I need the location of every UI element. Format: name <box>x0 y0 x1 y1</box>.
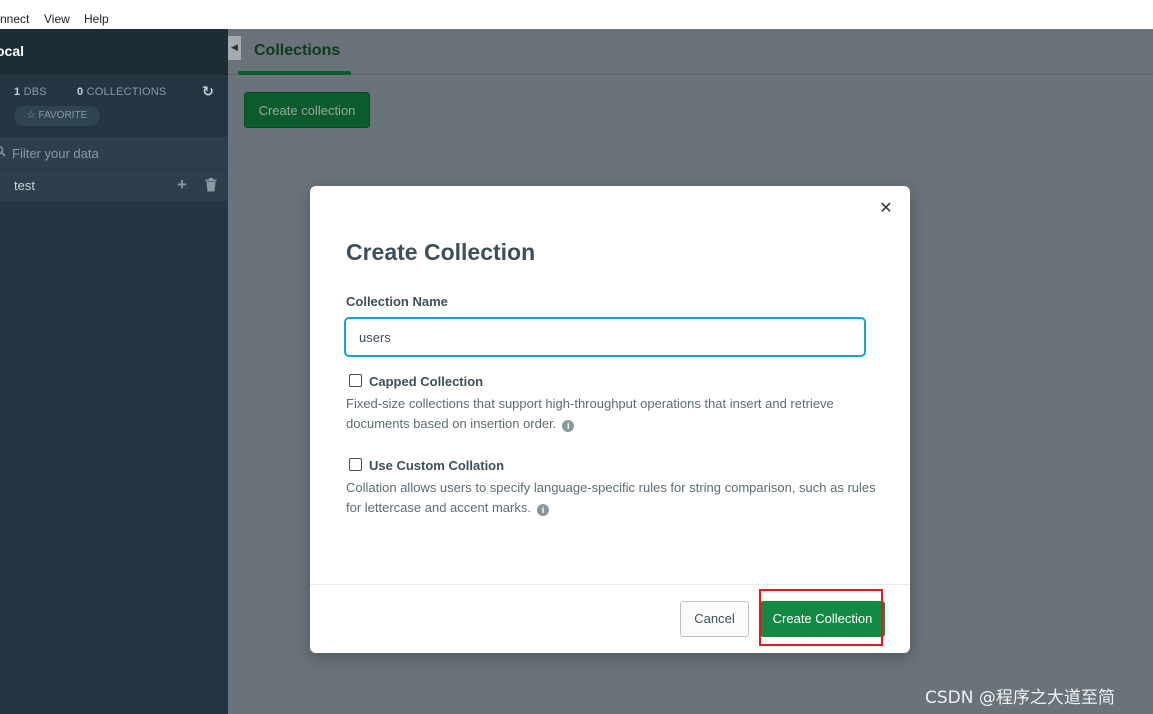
dbs-count: 1 <box>14 86 21 98</box>
sidebar-item-test[interactable]: test + <box>0 170 228 201</box>
collections-count: 0 <box>77 86 84 98</box>
highlight-box <box>759 589 883 646</box>
custom-collation-description: Collation allows users to specify langua… <box>346 478 876 518</box>
create-collection-button[interactable]: Create collection <box>244 92 370 128</box>
collections-label: COLLECTIONS <box>86 86 167 98</box>
tab-collections[interactable]: Collections <box>254 42 340 60</box>
chevron-left-icon: ◀ <box>231 42 238 52</box>
collection-name-input[interactable] <box>344 317 866 357</box>
custom-collation-label[interactable]: Use Custom Collation <box>369 458 504 473</box>
refresh-icon[interactable]: ↻ <box>200 83 216 99</box>
collection-name-label: Collection Name <box>346 294 448 309</box>
tab-bar: Collections <box>228 29 1153 75</box>
collation-description-text: Collation allows users to specify langua… <box>346 480 876 515</box>
trash-icon[interactable] <box>205 178 217 192</box>
search-icon <box>0 145 6 159</box>
close-icon[interactable]: ✕ <box>879 200 893 218</box>
create-collection-modal: ✕ Create Collection Collection Name Capp… <box>310 186 910 653</box>
cancel-button[interactable]: Cancel <box>680 601 749 637</box>
menubar: nnect View Help <box>0 0 1153 29</box>
filter-input[interactable] <box>12 143 212 163</box>
capped-collection-description: Fixed-size collections that support high… <box>346 394 876 434</box>
modal-title: Create Collection <box>346 239 536 265</box>
custom-collation-checkbox[interactable] <box>349 458 362 471</box>
sidebar-filter <box>0 137 228 169</box>
info-icon[interactable]: i <box>536 504 549 516</box>
favorite-button[interactable]: ☆ FAVORITE <box>14 106 100 126</box>
capped-collection-label[interactable]: Capped Collection <box>369 374 483 389</box>
collapse-sidebar-button[interactable]: ◀ <box>228 36 241 60</box>
database-name: test <box>14 178 35 193</box>
collections-stat: 0 COLLECTIONS <box>77 86 166 98</box>
menu-view[interactable]: View <box>44 11 70 27</box>
sidebar-header: ocal <box>0 29 228 75</box>
connection-title[interactable]: ocal <box>0 43 24 59</box>
menu-connect[interactable]: nnect <box>0 11 29 27</box>
dbs-label: DBS <box>23 86 47 98</box>
sidebar: ocal 1 DBS 0 COLLECTIONS ↻ ☆ FAVORITE te… <box>0 29 228 714</box>
info-icon[interactable]: i <box>562 420 575 432</box>
capped-collection-checkbox[interactable] <box>349 374 362 387</box>
capped-description-text: Fixed-size collections that support high… <box>346 396 834 431</box>
watermark: CSDN @程序之大道至简 <box>925 688 1115 708</box>
menu-help[interactable]: Help <box>84 11 109 27</box>
dbs-stat: 1 DBS <box>14 86 47 98</box>
sidebar-stats: 1 DBS 0 COLLECTIONS ↻ ☆ FAVORITE <box>0 75 228 137</box>
active-tab-underline <box>238 71 351 75</box>
add-collection-icon[interactable]: + <box>177 175 187 195</box>
